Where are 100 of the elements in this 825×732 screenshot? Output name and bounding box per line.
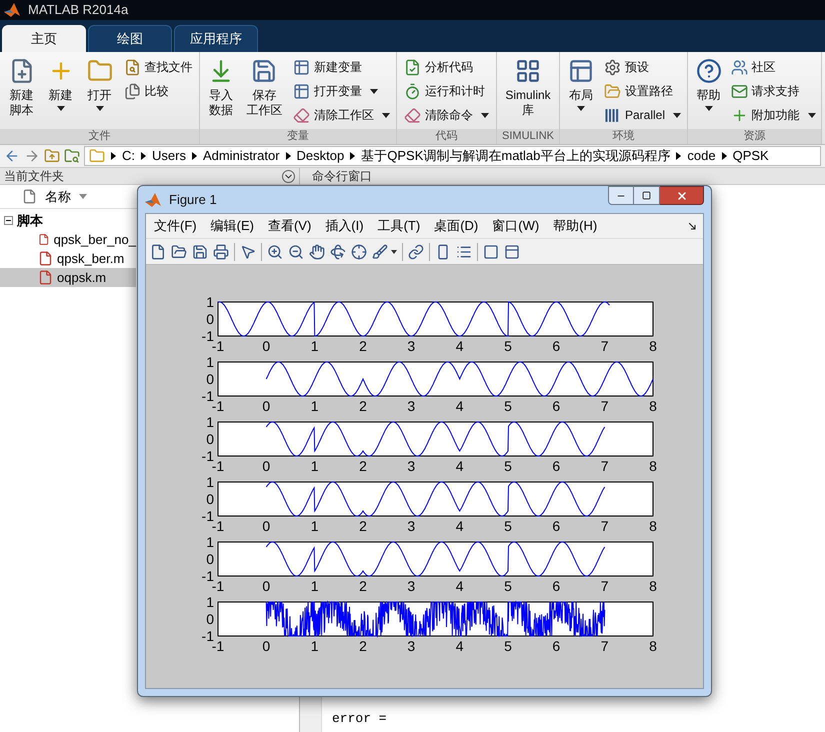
ribbon-button[interactable]: 预设 xyxy=(602,56,683,78)
ribbon-button[interactable]: 请求支持 xyxy=(728,80,818,102)
pointer-icon[interactable] xyxy=(240,244,256,260)
ribbon-tab[interactable]: 绘图 xyxy=(88,25,172,52)
minimize-button[interactable] xyxy=(608,186,634,205)
tick-label: 3 xyxy=(407,398,416,414)
ribbon-button[interactable]: 附加功能 xyxy=(728,104,818,126)
path-segment[interactable]: QPSK xyxy=(732,147,769,165)
folder-search-icon[interactable] xyxy=(64,148,80,164)
menu-item[interactable]: 查看(V) xyxy=(268,216,312,236)
tick-label: -1 xyxy=(202,568,214,584)
menu-item[interactable]: 插入(I) xyxy=(325,216,364,236)
path-segment[interactable]: Desktop xyxy=(296,147,344,165)
zoom-out-icon[interactable] xyxy=(288,244,304,260)
ribbon-button[interactable]: 查找文件 xyxy=(122,56,194,78)
window-icon[interactable] xyxy=(504,244,520,260)
ribbon-button[interactable]: Simulink 库 xyxy=(501,54,555,129)
rotate-icon[interactable] xyxy=(330,244,346,260)
menu-item[interactable]: 编辑(E) xyxy=(210,216,254,236)
panel-header: 命令行窗口 xyxy=(300,168,825,185)
tick-label: 2 xyxy=(359,398,367,414)
close-button[interactable] xyxy=(660,186,704,205)
tick-label: -1 xyxy=(202,628,214,644)
ribbon-button[interactable]: 保存 工作区 xyxy=(242,54,286,129)
forward-icon[interactable] xyxy=(24,148,40,164)
ribbon-button[interactable]: 新建 脚本 xyxy=(4,54,38,129)
save-icon xyxy=(251,58,278,84)
eraser-icon xyxy=(292,106,310,124)
tick-label: 8 xyxy=(649,338,657,354)
ribbon-button[interactable]: 清除命令 xyxy=(402,104,491,126)
brush-icon[interactable] xyxy=(372,244,388,260)
ribbon-button[interactable]: 运行和计时 xyxy=(402,80,491,102)
back-icon[interactable] xyxy=(4,148,20,164)
window-title: Figure 1 xyxy=(169,190,217,209)
tick-label: 7 xyxy=(600,398,609,414)
tick-label: 8 xyxy=(649,638,657,654)
ribbon-button[interactable]: 布局 xyxy=(564,54,598,129)
ribbon-button[interactable]: Parallel xyxy=(602,104,683,126)
dock-icon[interactable] xyxy=(689,223,697,231)
tick-label: -1 xyxy=(212,458,224,474)
column-header[interactable]: 名称 xyxy=(0,185,136,208)
path-segment[interactable]: 基于QPSK调制与解调在matlab平台上的实现源码程序 xyxy=(361,147,670,165)
collapse-icon[interactable] xyxy=(4,216,13,225)
menu-item[interactable]: 桌面(D) xyxy=(434,216,478,236)
ribbon-button[interactable]: 分析代码 xyxy=(402,56,491,78)
file-item[interactable]: qpsk_ber.m xyxy=(0,249,136,268)
address-field[interactable]: C: Users Administrator Desktop 基于QPSK调制与解调在matlab平台上的实现源码程序 code QPSK xyxy=(84,146,821,166)
ribbon-button[interactable]: 新建变量 xyxy=(290,56,392,78)
maximize-button[interactable] xyxy=(634,186,660,205)
tick-label: -1 xyxy=(202,448,214,464)
link-icon[interactable] xyxy=(408,244,424,260)
ribbon-button[interactable]: 清除工作区 xyxy=(290,104,392,126)
square-icon[interactable] xyxy=(483,244,499,260)
ribbon-button[interactable]: 设置路径 xyxy=(602,80,683,102)
new-file-icon[interactable] xyxy=(150,244,166,260)
tick-label: 0 xyxy=(262,578,270,594)
tick-label: 4 xyxy=(456,578,464,594)
panel-menu-icon[interactable] xyxy=(282,170,295,182)
zoom-in-icon[interactable] xyxy=(267,244,283,260)
file-item[interactable]: qpsk_ber_no_ xyxy=(0,230,136,249)
eraser-icon xyxy=(404,106,421,124)
path-segment[interactable]: Users xyxy=(152,147,186,165)
tick-label: 6 xyxy=(552,638,560,654)
open-folder-icon[interactable] xyxy=(171,244,187,260)
files-icon xyxy=(124,82,140,100)
tick-label: 1 xyxy=(206,414,214,430)
ribbon-tab[interactable]: 主页 xyxy=(2,25,86,52)
crosshair-icon[interactable] xyxy=(351,244,367,260)
tick-label: 2 xyxy=(359,458,367,474)
tick-label: -1 xyxy=(202,328,214,344)
tick-label: 0 xyxy=(262,518,270,534)
file-item[interactable]: oqpsk.m xyxy=(0,268,136,287)
tree-group-label[interactable]: 脚本 xyxy=(17,210,43,230)
save-icon[interactable] xyxy=(192,244,208,260)
path-segment[interactable]: C: xyxy=(122,147,135,165)
ribbon-button[interactable]: 比较 xyxy=(122,80,194,102)
ribbon-button[interactable]: 导入 数据 xyxy=(204,54,238,129)
ribbon-button[interactable]: 打开变量 xyxy=(290,80,392,102)
print-icon[interactable] xyxy=(213,244,229,260)
hand-icon[interactable] xyxy=(309,244,325,260)
ribbon-tab[interactable]: 应用程序 xyxy=(174,25,258,52)
caret-icon[interactable] xyxy=(391,250,397,254)
tick-label: 4 xyxy=(456,638,464,654)
menu-item[interactable]: 工具(T) xyxy=(378,216,420,236)
caret-icon xyxy=(576,106,585,111)
menu-item[interactable]: 帮助(H) xyxy=(553,216,598,236)
ribbon-button[interactable]: 打开 xyxy=(82,54,116,129)
ribbon-button[interactable]: 社区 xyxy=(728,56,818,78)
menu-item[interactable]: 文件(F) xyxy=(154,216,197,236)
caret-icon xyxy=(370,88,378,94)
legend-icon[interactable] xyxy=(456,244,472,260)
app-title: MATLAB R2014a xyxy=(28,1,128,20)
panel-header: 当前文件夹 xyxy=(0,168,299,185)
ribbon-button[interactable]: 帮助 xyxy=(692,54,726,129)
ribbon-button[interactable]: 新建 xyxy=(44,54,78,129)
caret-icon xyxy=(481,112,489,118)
path-segment[interactable]: code xyxy=(687,147,716,165)
menu-item[interactable]: 窗口(W) xyxy=(492,216,540,236)
folder-up-icon[interactable] xyxy=(44,148,60,164)
path-segment[interactable]: Administrator xyxy=(202,147,280,165)
